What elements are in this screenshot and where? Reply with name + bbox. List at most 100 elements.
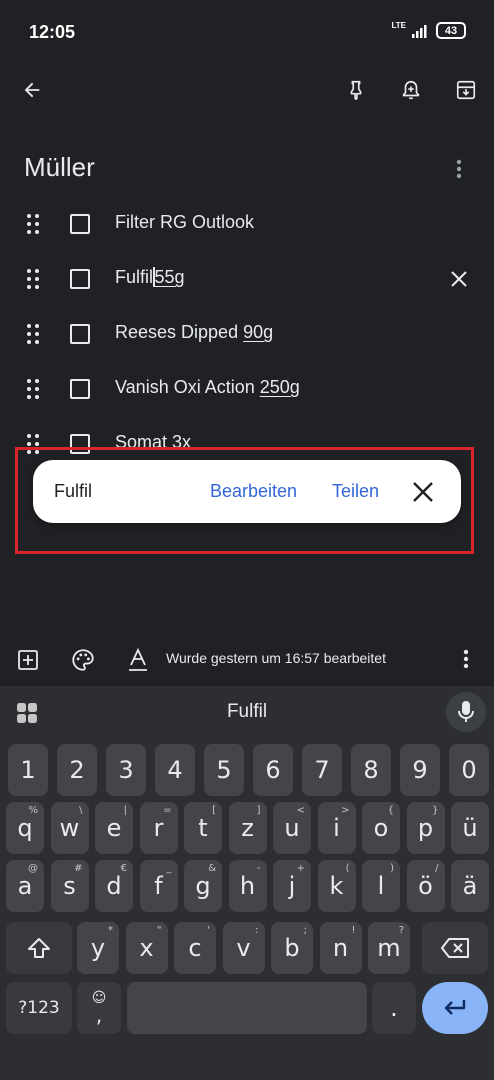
- key-n[interactable]: n!: [319, 922, 362, 974]
- list-item[interactable]: Filter RG Outlook: [0, 204, 494, 244]
- key-label: ,: [95, 1003, 103, 1027]
- key-hint: ;: [303, 925, 307, 936]
- key-label: b: [284, 934, 300, 962]
- key-label: o: [373, 814, 389, 842]
- backspace-icon: [441, 938, 469, 958]
- key-hint: ': [207, 925, 210, 936]
- key-label: 9: [412, 756, 428, 784]
- key-hint: }: [432, 805, 439, 816]
- key-y[interactable]: y *: [77, 922, 119, 974]
- key-label: ü: [462, 814, 478, 842]
- key-7[interactable]: 7: [302, 744, 342, 796]
- key-c[interactable]: c ': [174, 922, 216, 974]
- key-l[interactable]: l): [362, 860, 400, 912]
- key-e[interactable]: e |: [95, 802, 133, 854]
- item-checkbox[interactable]: [70, 324, 90, 344]
- key-t[interactable]: t[: [184, 802, 222, 854]
- item-text-main: Filter RG Outlook: [115, 212, 255, 232]
- key-f[interactable]: f _: [139, 860, 178, 912]
- key-6[interactable]: 6: [253, 744, 293, 796]
- archive-button[interactable]: [448, 72, 484, 108]
- key-label: 1: [20, 756, 36, 784]
- key-i[interactable]: i >: [317, 802, 356, 854]
- key-label: 2: [69, 756, 85, 784]
- drag-handle-icon[interactable]: [27, 379, 41, 399]
- key-o[interactable]: o{: [362, 802, 400, 854]
- item-text[interactable]: Filter RG Outlook: [115, 212, 254, 233]
- key-ö[interactable]: ö /: [406, 860, 445, 912]
- archive-icon: [456, 80, 476, 100]
- key-h[interactable]: h-: [228, 860, 267, 912]
- list-item[interactable]: Reeses Dipped 90g: [0, 314, 494, 354]
- key-2[interactable]: 2: [57, 744, 97, 796]
- item-text-input[interactable]: Fulfil55g: [115, 267, 185, 288]
- key-q[interactable]: q%: [6, 802, 44, 854]
- emoji-comma-key[interactable]: ☺,: [77, 982, 121, 1034]
- item-checkbox[interactable]: [70, 379, 90, 399]
- palette-icon[interactable]: [70, 647, 96, 673]
- key-9[interactable]: 9: [400, 744, 440, 796]
- list-item[interactable]: Vanish Oxi Action 250g: [0, 369, 494, 409]
- period-key[interactable]: .: [372, 982, 416, 1034]
- key-8[interactable]: 8: [351, 744, 391, 796]
- item-checkbox[interactable]: [70, 214, 90, 234]
- shift-key[interactable]: [6, 922, 72, 974]
- key-u[interactable]: u <: [273, 802, 311, 854]
- reminder-button[interactable]: [393, 72, 429, 108]
- key-j[interactable]: j +: [273, 860, 311, 912]
- key-3[interactable]: 3: [106, 744, 146, 796]
- drag-handle-icon[interactable]: [27, 324, 41, 344]
- enter-key[interactable]: [422, 982, 488, 1034]
- key-label: d: [106, 872, 122, 900]
- key-b[interactable]: b;: [271, 922, 313, 974]
- key-w[interactable]: w \: [50, 802, 89, 854]
- key-4[interactable]: 4: [155, 744, 195, 796]
- more-vert-icon[interactable]: [463, 649, 469, 669]
- key-x[interactable]: x ": [125, 922, 168, 974]
- key-hint: -: [256, 863, 261, 874]
- key-z[interactable]: z]: [228, 802, 267, 854]
- key-p[interactable]: p}: [406, 802, 445, 854]
- key-r[interactable]: r =: [139, 802, 178, 854]
- space-key[interactable]: [127, 982, 367, 1034]
- key-label: w: [59, 814, 80, 842]
- bottom-toolbar: Wurde gestern um 16:57 bearbeitet: [0, 640, 494, 685]
- key-ä[interactable]: ä: [451, 860, 489, 912]
- key-label: ?123: [18, 998, 60, 1018]
- list-item-active[interactable]: Fulfil55g: [0, 259, 494, 299]
- key-ü[interactable]: ü: [451, 802, 489, 854]
- key-m[interactable]: m?: [368, 922, 410, 974]
- pin-button[interactable]: [338, 72, 374, 108]
- add-box-icon[interactable]: [16, 648, 40, 672]
- item-text[interactable]: Vanish Oxi Action 250g: [115, 377, 300, 398]
- symbols-key[interactable]: ?123: [6, 982, 72, 1034]
- key-0[interactable]: 0: [449, 744, 489, 796]
- backspace-key[interactable]: [422, 922, 488, 974]
- back-button[interactable]: [14, 72, 50, 108]
- key-d[interactable]: d €: [95, 860, 133, 912]
- key-hint: :: [255, 925, 259, 936]
- key-k[interactable]: k(: [317, 860, 356, 912]
- item-text[interactable]: Reeses Dipped 90g: [115, 322, 273, 343]
- key-5[interactable]: 5: [204, 744, 244, 796]
- key-g[interactable]: g &: [184, 860, 222, 912]
- key-hint: €: [120, 863, 127, 874]
- item-text-main: Vanish Oxi Action: [115, 377, 260, 397]
- key-a[interactable]: a @: [6, 860, 44, 912]
- key-hint: ": [156, 925, 162, 936]
- drag-handle-icon[interactable]: [27, 269, 41, 289]
- key-hint: /: [435, 863, 439, 874]
- text-format-icon[interactable]: [126, 647, 150, 673]
- item-checkbox[interactable]: [70, 269, 90, 289]
- drag-handle-icon[interactable]: [27, 214, 41, 234]
- more-vert-icon: [456, 159, 462, 179]
- key-v[interactable]: v:: [222, 922, 265, 974]
- key-s[interactable]: s #: [50, 860, 89, 912]
- key-1[interactable]: 1: [8, 744, 48, 796]
- word-suggestion[interactable]: Fulfil: [0, 701, 494, 723]
- voice-input-button[interactable]: [446, 692, 486, 732]
- key-label: 3: [118, 756, 134, 784]
- delete-item-icon[interactable]: [447, 267, 471, 291]
- note-title[interactable]: Müller: [24, 152, 95, 183]
- title-more-button[interactable]: [441, 151, 477, 187]
